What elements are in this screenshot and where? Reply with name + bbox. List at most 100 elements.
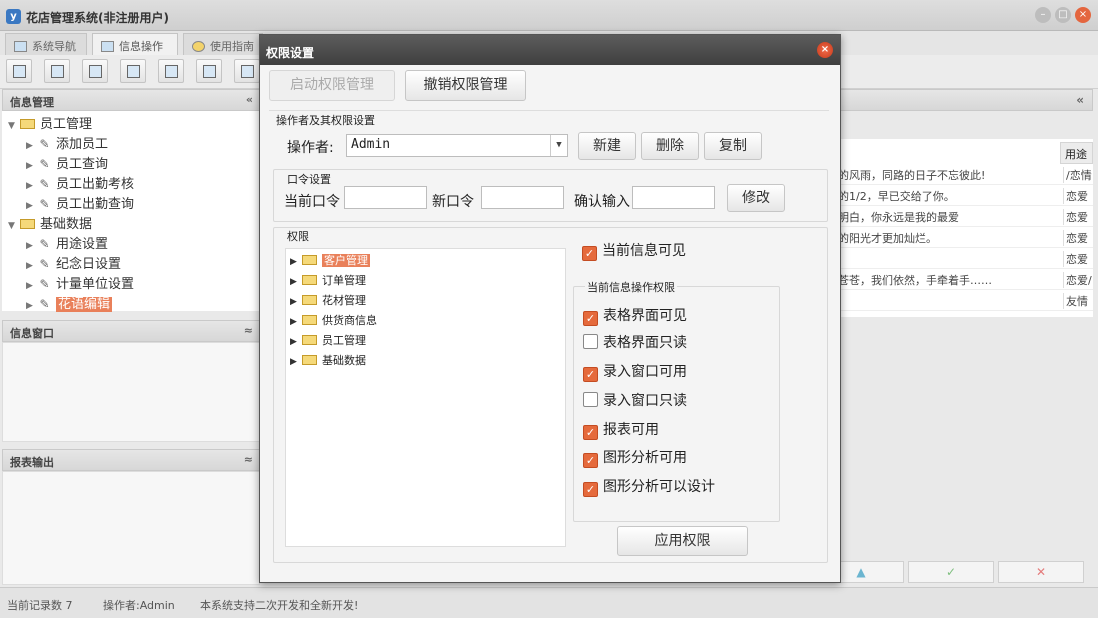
report-tool-button[interactable] <box>158 59 184 83</box>
collapsed-arrow-icon[interactable]: ▶ <box>26 141 38 151</box>
tree-node-employee-query[interactable]: ▶ ✎ 员工查询 <box>26 153 108 172</box>
collapsed-arrow-icon[interactable]: ▶ <box>26 281 38 291</box>
expanded-arrow-icon[interactable]: ▼ <box>8 221 20 231</box>
ops-checkbox-entry-readonly[interactable]: 录入窗口只读 <box>583 390 687 410</box>
right-content: « 的风雨，同路的日子不忘彼此!/恋情 的1/2，早已交给了你。 恋爱 明白，你永… <box>818 89 1096 587</box>
table-row[interactable]: 友情 <box>838 290 1093 311</box>
perm-node-basic-data[interactable]: ▶ 基础数据 <box>290 352 366 368</box>
info-management-header[interactable]: 信息管理 « <box>2 89 260 111</box>
collapsed-arrow-icon[interactable]: ▶ <box>26 161 38 171</box>
form-tool-button[interactable] <box>82 59 108 83</box>
collapse-icon[interactable]: « <box>1076 93 1084 107</box>
tab-system-nav[interactable]: 系统导航 <box>5 33 87 55</box>
new-operator-button[interactable]: 新建 <box>578 132 636 160</box>
panel-title: 信息管理 <box>10 96 54 109</box>
ops-checkbox-grid-visible[interactable]: ✓ 表格界面可见 <box>583 305 687 326</box>
delete-operator-button[interactable]: 删除 <box>641 132 699 160</box>
tree-node-attendance-query[interactable]: ▶ ✎ 员工出勤查询 <box>26 193 134 212</box>
tree-node-usage[interactable]: ▶ ✎ 用途设置 <box>26 233 108 252</box>
modify-password-button[interactable]: 修改 <box>727 184 785 212</box>
current-visible-checkbox[interactable]: ✓ 当前信息可见 <box>582 240 686 261</box>
tree-label: 用途设置 <box>56 237 109 252</box>
permission-group-label: 权限 <box>285 228 311 244</box>
perm-node-material[interactable]: ▶ 花材管理 <box>290 292 366 308</box>
apply-permission-button[interactable]: 应用权限 <box>617 526 748 556</box>
cross-icon[interactable]: ✕ <box>998 561 1084 583</box>
copy-operator-button[interactable]: 复制 <box>704 132 762 160</box>
table-cell: 的阳光才更加灿烂。 <box>838 232 937 245</box>
tools-icon: ✎ <box>39 177 50 191</box>
print-tool-button[interactable] <box>234 59 260 83</box>
tree-node-attendance[interactable]: ▶ ✎ 员工出勤考核 <box>26 173 134 192</box>
dialog-close-icon[interactable]: × <box>817 42 833 58</box>
ops-checkbox-grid-readonly[interactable]: 表格界面只读 <box>583 332 687 352</box>
perm-node-order[interactable]: ▶ 订单管理 <box>290 272 366 288</box>
chevron-down-icon[interactable]: ▼ <box>550 135 567 156</box>
tree-node-flower-language[interactable]: ▶ ✎ 花语编辑 <box>26 293 113 312</box>
info-window-header[interactable]: 信息窗口 ≈ <box>2 320 260 342</box>
tree-node-add-employee[interactable]: ▶ ✎ 添加员工 <box>26 133 108 152</box>
minimize-icon[interactable]: – <box>1035 7 1051 23</box>
expand-icon[interactable]: ≈ <box>244 324 253 337</box>
table-cell <box>838 251 1060 267</box>
collapsed-arrow-icon[interactable]: ▶ <box>290 337 302 347</box>
revoke-permission-button[interactable]: 撤销权限管理 <box>405 70 526 101</box>
collapsed-arrow-icon[interactable]: ▶ <box>26 241 38 251</box>
collapsed-arrow-icon[interactable]: ▶ <box>26 201 38 211</box>
table-row[interactable]: 的阳光才更加灿烂。 恋爱 <box>838 227 1093 248</box>
collapsed-arrow-icon[interactable]: ▶ <box>26 261 38 271</box>
current-password-input[interactable] <box>344 186 427 209</box>
tree-node-unit[interactable]: ▶ ✎ 计量单位设置 <box>26 273 134 292</box>
new-password-input[interactable] <box>481 186 564 209</box>
ops-checkbox-entry-enabled[interactable]: ✓ 录入窗口可用 <box>583 361 687 382</box>
collapsed-arrow-icon[interactable]: ▶ <box>290 357 302 367</box>
tab-info-ops[interactable]: 信息操作 <box>92 33 178 55</box>
expand-icon[interactable]: ≈ <box>244 453 253 466</box>
table-row[interactable]: 苍苍，我们依然，手牵着手…… 恋爱/ <box>838 269 1093 290</box>
tree-node-anniversary[interactable]: ▶ ✎ 纪念日设置 <box>26 253 121 272</box>
table-row[interactable]: 恋爱 <box>838 248 1093 269</box>
table-row[interactable]: 的1/2，早已交给了你。 恋爱 <box>838 185 1093 206</box>
collapse-icon[interactable]: « <box>246 93 253 106</box>
perm-node-employee[interactable]: ▶ 员工管理 <box>290 332 366 348</box>
confirm-password-input[interactable] <box>632 186 715 209</box>
collapsed-arrow-icon[interactable]: ▶ <box>290 277 302 287</box>
current-password-label: 当前口令 <box>284 194 340 210</box>
collapsed-arrow-icon[interactable]: ▶ <box>290 257 302 267</box>
column-header-usage[interactable]: 用途 <box>1060 142 1093 164</box>
tree-label: 纪念日设置 <box>56 257 122 272</box>
collapsed-arrow-icon[interactable]: ▶ <box>26 181 38 191</box>
collapsed-arrow-icon[interactable]: ▶ <box>26 301 38 311</box>
tree-node-basic-data[interactable]: ▼ 基础数据 <box>8 213 92 232</box>
perm-node-supplier[interactable]: ▶ 供货商信息 <box>290 312 377 328</box>
perm-node-customer[interactable]: ▶ 客户管理 <box>290 252 370 268</box>
ops-checkbox-chart[interactable]: ✓ 图形分析可用 <box>583 447 687 468</box>
table-tool-button[interactable] <box>44 59 70 83</box>
table-row[interactable]: 的风雨，同路的日子不忘彼此! /恋情 <box>838 164 1093 185</box>
ops-checkbox-report[interactable]: ✓ 报表可用 <box>583 419 659 440</box>
tools-icon: ✎ <box>39 277 50 291</box>
check-icon[interactable]: ✓ <box>908 561 994 583</box>
expanded-arrow-icon[interactable]: ▼ <box>8 121 20 131</box>
table-cell: 的1/2，早已交给了你。 <box>838 190 955 203</box>
ops-checkbox-chart-design[interactable]: ✓ 图形分析可以设计 <box>583 476 715 497</box>
folder-icon <box>20 219 35 229</box>
collapsed-arrow-icon[interactable]: ▶ <box>290 297 302 307</box>
report-output-header[interactable]: 报表输出 ≈ <box>2 449 260 471</box>
users-tool-button[interactable] <box>120 59 146 83</box>
export-tool-button[interactable] <box>196 59 222 83</box>
table-icon <box>50 65 64 78</box>
tree-label: 基础数据 <box>322 354 366 367</box>
table-row[interactable]: 明白，你永远是我的最爱 恋爱 <box>838 206 1093 227</box>
tree-node-employee-mgmt[interactable]: ▼ 员工管理 <box>8 113 92 132</box>
collapsed-arrow-icon[interactable]: ▶ <box>290 317 302 327</box>
checkbox-checked-icon: ✓ <box>583 482 598 497</box>
tab-guide[interactable]: 使用指南 <box>183 33 263 55</box>
operator-combo[interactable]: Admin ▼ <box>346 134 568 157</box>
search-tool-button[interactable] <box>6 59 32 83</box>
checkbox-unchecked-icon <box>583 392 598 407</box>
maximize-icon[interactable]: □ <box>1055 7 1071 23</box>
close-icon[interactable]: × <box>1075 7 1091 23</box>
enable-permission-button[interactable]: 启动权限管理 <box>269 70 395 101</box>
tree-label: 添加员工 <box>56 137 109 152</box>
